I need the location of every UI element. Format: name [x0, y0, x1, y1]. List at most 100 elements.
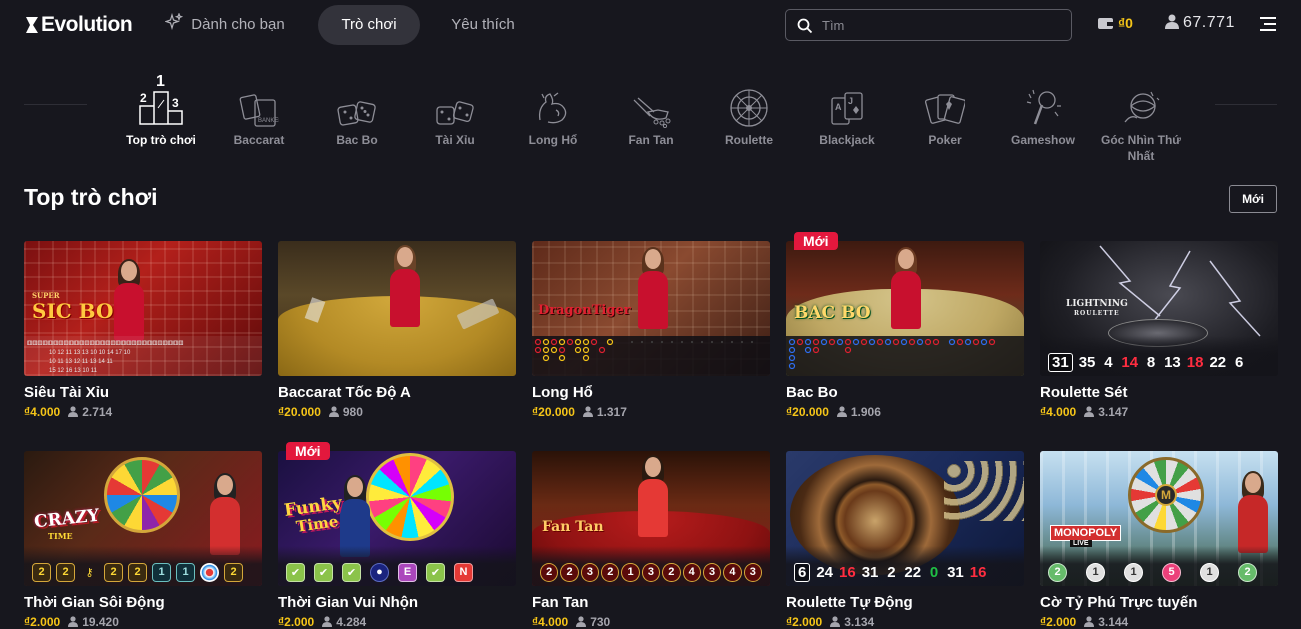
user-icon — [582, 406, 593, 417]
category-baccarat[interactable]: BANKER Baccarat — [214, 70, 304, 148]
player-count-value: 980 — [342, 405, 363, 419]
monopoly-center-icon: M — [1155, 484, 1177, 506]
key-icon: ⚷ — [85, 566, 94, 579]
game-logo: LIGHTNING — [1066, 299, 1128, 309]
evolution-logo[interactable]: Evolution — [24, 13, 133, 37]
result-number: 22 — [904, 563, 922, 581]
result-chip: E — [398, 562, 417, 582]
bonus-target-icon — [200, 562, 219, 582]
recent-results: 2 2 3 2 1 3 2 4 3 4 3 — [532, 546, 770, 586]
result-number: 13 — [1164, 353, 1181, 371]
game-thumbnail: SUPER SIC BO ⚅⚅⚅⚅⚅⚅⚅⚅⚅⚅⚅⚅⚅⚅⚅⚅⚅⚅⚅⚅⚅⚅⚅⚅⚅⚅⚅… — [24, 241, 262, 376]
menu-icon-bar — [1264, 23, 1276, 25]
game-card-dragon-tiger[interactable]: DragonTiger Long Hổ ₫20.000 1.317 — [532, 241, 770, 419]
game-card-speed-baccarat-a[interactable]: Baccarat Tốc Độ A ₫20.000 980 — [278, 241, 516, 419]
min-bet: ₫4.000 — [1040, 405, 1077, 419]
svg-text:⚅⚅⚅⚅⚅⚅⚅⚅⚅⚅⚅⚅⚅⚅⚅⚅⚅⚅⚅⚅⚅⚅⚅⚅⚅⚅⚅⚅⚅⚅: ⚅⚅⚅⚅⚅⚅⚅⚅⚅⚅⚅⚅⚅⚅⚅⚅⚅⚅⚅⚅⚅⚅⚅⚅⚅⚅⚅⚅⚅⚅ — [27, 340, 183, 347]
result-chip: 3 — [743, 562, 762, 582]
category-gameshow[interactable]: Gameshow — [998, 70, 1088, 148]
dealer-figure — [636, 247, 670, 329]
category-poker[interactable]: Poker — [900, 70, 990, 148]
wallet-balance[interactable]: ₫0 — [1097, 15, 1133, 31]
nav-for-you[interactable]: Dành cho bạn — [150, 5, 300, 45]
divider — [24, 104, 87, 105]
category-long-ho[interactable]: Long Hổ — [508, 70, 598, 148]
result-number: 16 — [969, 563, 987, 581]
player-count: 2.714 — [68, 405, 112, 419]
player-count: 980 — [328, 405, 363, 419]
nav-games[interactable]: Trò chơi — [318, 5, 420, 45]
result-chip: 2 — [128, 562, 147, 582]
search-input[interactable] — [822, 14, 1062, 36]
game-card-bac-bo[interactable]: Mới BAC BO Bac Bo ₫20.000 1.906 — [786, 232, 1024, 419]
game-name: Bac Bo — [786, 384, 838, 401]
category-roulette[interactable]: Roulette — [704, 70, 794, 148]
result-number: 4 — [1104, 353, 1113, 371]
user-icon — [68, 616, 79, 627]
result-chip: 2 — [601, 562, 620, 582]
result-number: 35 — [1078, 353, 1096, 371]
section-title: Top trò chơi — [24, 184, 158, 210]
result-chip: 1 — [1086, 562, 1105, 582]
game-logo: MONOPOLY — [1050, 525, 1122, 541]
game-thumbnail: DragonTiger — [532, 241, 770, 376]
result-number: 2 — [887, 563, 896, 581]
result-chip: 1 — [152, 562, 171, 582]
results-roadmap: ⚅⚅⚅⚅⚅⚅⚅⚅⚅⚅⚅⚅⚅⚅⚅⚅⚅⚅⚅⚅⚅⚅⚅⚅⚅⚅⚅⚅⚅⚅ 10 12 11 1… — [24, 336, 262, 376]
game-card-monopoly-live[interactable]: M MONOPOLY LIVE 2 1 1 5 1 2 Cờ Tỷ Phú Tr… — [1040, 451, 1278, 629]
category-tai-xiu[interactable]: Tài Xỉu — [410, 70, 500, 148]
result-chip: N — [454, 562, 473, 582]
game-meta: ₫4.000 2.714 — [24, 405, 262, 419]
user-icon — [830, 616, 841, 627]
dealer-figure — [388, 245, 422, 327]
game-card-crazy-time[interactable]: CRAZY TIME 2 2 ⚷ 2 2 1 1 2 Thời Gian Sôi… — [24, 451, 262, 629]
result-chip: 3 — [580, 562, 600, 582]
category-bac-bo[interactable]: Bac Bo — [312, 70, 402, 148]
category-label: Bac Bo — [336, 133, 378, 147]
category-label: Poker — [928, 133, 962, 147]
recent-results: 31 35 4 14 8 13 18 22 6 — [1040, 336, 1278, 376]
dealer-figure — [636, 455, 670, 537]
menu-button[interactable] — [1260, 17, 1276, 31]
user-icon — [1165, 14, 1179, 29]
dealer-figure — [112, 259, 146, 341]
result-number: 16 — [839, 563, 856, 581]
player-count: 3.147 — [1084, 405, 1128, 419]
svg-text:1: 1 — [156, 73, 165, 90]
svg-text:15 12 16 13 10 11: 15 12 16 13 10 11 — [49, 368, 98, 374]
game-thumbnail: Fan Tan 2 2 3 2 1 3 2 4 3 4 3 — [532, 451, 770, 586]
category-label: Fan Tan — [628, 133, 674, 147]
user-icon — [1084, 616, 1095, 627]
game-logo: SIC BO — [32, 299, 114, 323]
category-top-games[interactable]: 12 3 Top trò chơi — [116, 70, 206, 148]
result-chip: 1 — [176, 562, 195, 582]
host-figure — [1236, 471, 1270, 553]
wallet-icon — [1098, 18, 1113, 29]
nav-favorites[interactable]: Yêu thích — [436, 5, 530, 45]
check-icon: ✔ — [342, 562, 361, 582]
game-card-funky-time[interactable]: Mới Funky Time ✔ ✔ ✔ ● E ✔ N Thời Gian V… — [278, 442, 516, 629]
chip-stacks — [944, 461, 1024, 521]
result-number: 6 — [794, 562, 811, 582]
game-card-lightning-roulette[interactable]: LIGHTNING ROULETTE 31 35 4 14 8 13 18 22… — [1040, 241, 1278, 419]
category-first-person[interactable]: Góc Nhìn Thứ Nhất — [1096, 70, 1186, 164]
game-thumbnail: M MONOPOLY LIVE 2 1 1 5 1 2 — [1040, 451, 1278, 586]
category-label: Long Hổ — [528, 133, 578, 147]
sort-new-button[interactable]: Mới — [1229, 185, 1277, 213]
nav-games-label: Trò chơi — [341, 16, 397, 33]
game-card-super-sic-bo[interactable]: SUPER SIC BO ⚅⚅⚅⚅⚅⚅⚅⚅⚅⚅⚅⚅⚅⚅⚅⚅⚅⚅⚅⚅⚅⚅⚅⚅⚅⚅⚅… — [24, 241, 262, 419]
min-bet: ₫20.000 — [278, 405, 321, 419]
new-badge: Mới — [286, 442, 330, 460]
game-card-auto-roulette[interactable]: 6 24 16 31 2 22 0 31 16 Roulette Tự Động… — [786, 451, 1024, 629]
game-logo-sub: TIME — [48, 531, 73, 541]
result-number: 31 — [1048, 352, 1073, 372]
result-number: 18 — [1186, 353, 1204, 371]
category-fan-tan[interactable]: Fan Tan — [606, 70, 696, 148]
total-players: 67.771 — [1165, 14, 1235, 32]
category-label: Góc Nhìn Thứ Nhất — [1100, 133, 1181, 163]
menu-icon-bar — [1260, 17, 1276, 19]
game-thumbnail: LIGHTNING ROULETTE 31 35 4 14 8 13 18 22… — [1040, 241, 1278, 376]
game-card-fan-tan[interactable]: Fan Tan 2 2 3 2 1 3 2 4 3 4 3 Fan Tan ₫4… — [532, 451, 770, 629]
category-blackjack[interactable]: AJ Blackjack — [802, 70, 892, 148]
result-number: 14 — [1121, 353, 1139, 371]
